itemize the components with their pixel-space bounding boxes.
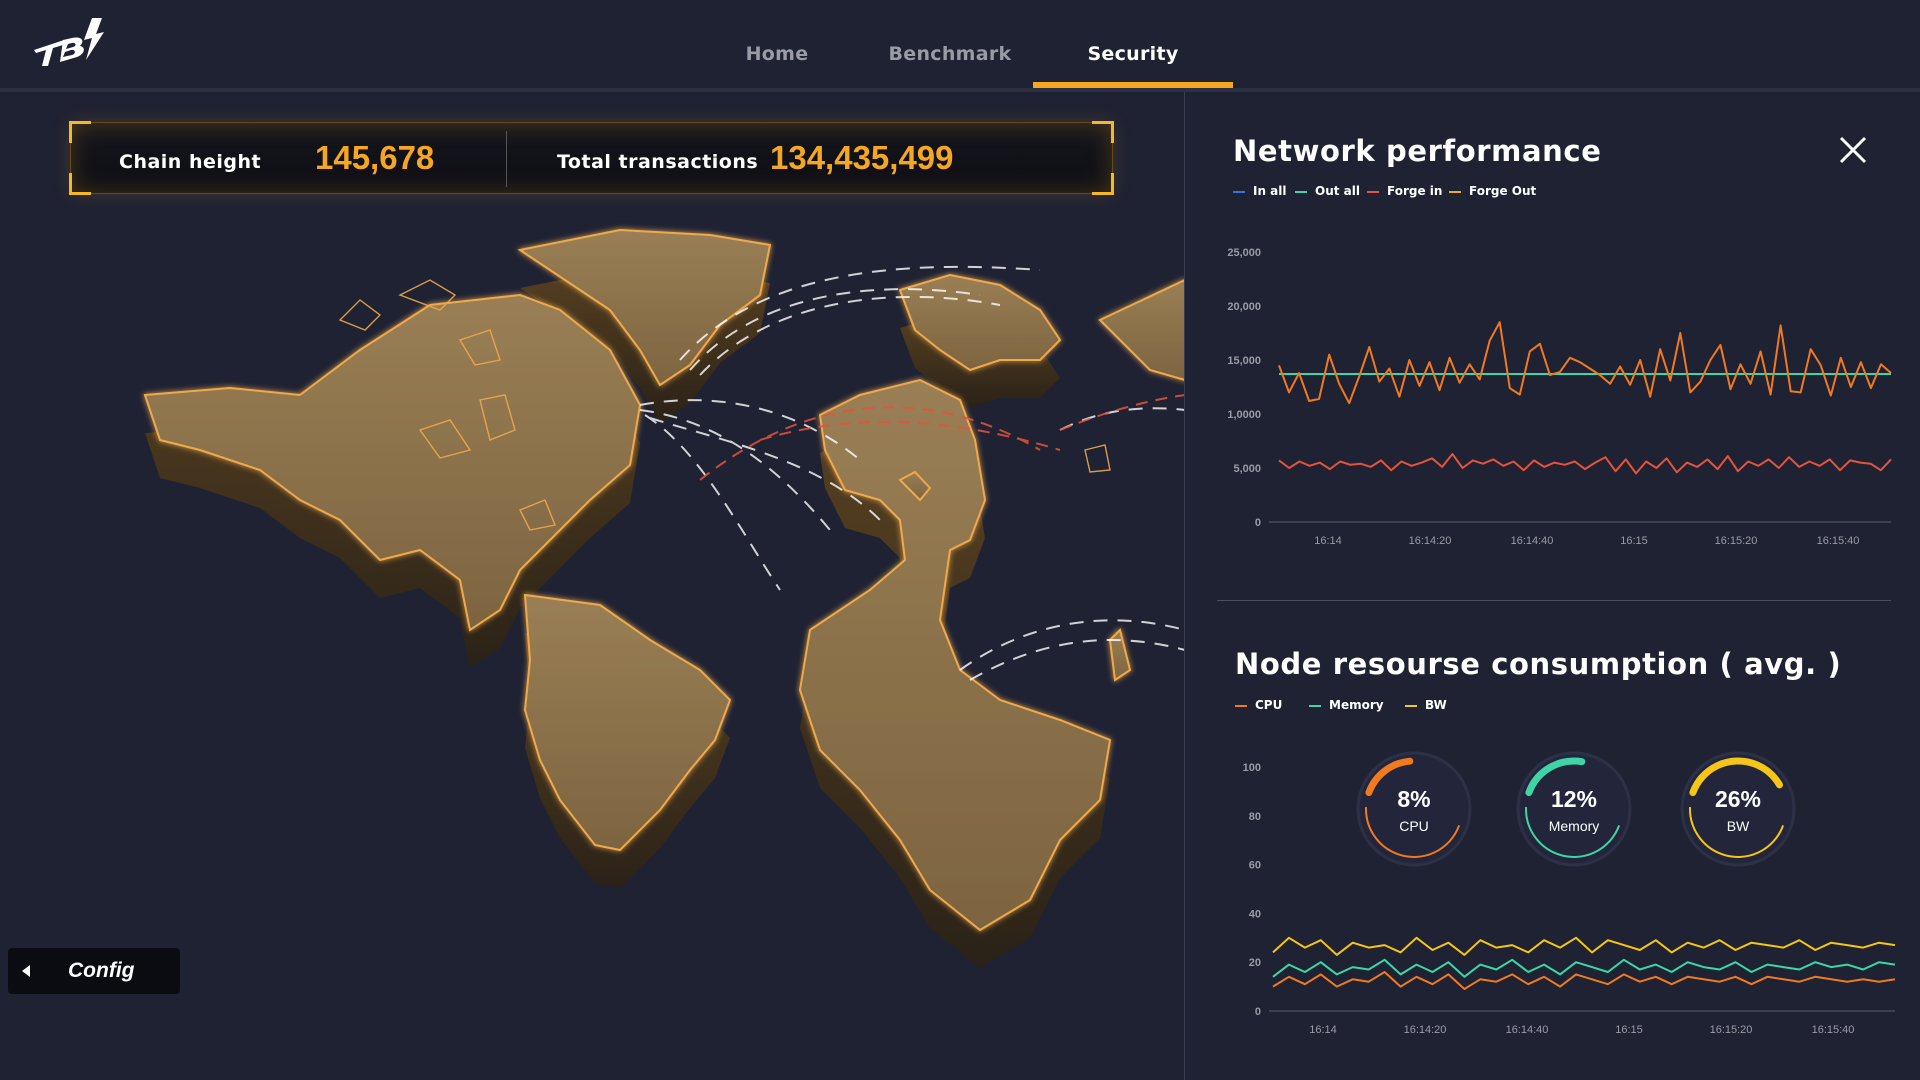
nav-benchmark[interactable]: Benchmark	[880, 0, 1020, 88]
gauge-label: Memory	[1549, 818, 1600, 834]
corner-bracket	[1092, 121, 1114, 143]
gauge-bw: 26% BW	[1680, 751, 1796, 867]
gauge-memory: 12% Memory	[1516, 751, 1632, 867]
gauge-cpu: 8% CPU	[1356, 751, 1472, 867]
series-line-bw	[1272, 936, 1896, 956]
gauge-percent: 8%	[1397, 786, 1430, 812]
gauge-percent: 26%	[1715, 786, 1761, 812]
caret-left-icon	[22, 965, 30, 977]
series-line-memory	[1272, 958, 1896, 978]
config-button[interactable]: Config	[8, 948, 180, 994]
corner-bracket	[1092, 173, 1114, 195]
main-nav: Home Benchmark Security	[0, 0, 1920, 92]
x-tick-label: 16:15:40	[1812, 1024, 1855, 1036]
y-tick-label: 100	[1243, 762, 1261, 774]
x-tick-label: 16:14:20	[1404, 1024, 1447, 1036]
gauge-label: BW	[1727, 818, 1750, 834]
right-panel: Network performance In all Out all Forge…	[1184, 92, 1920, 1080]
stats-divider	[506, 131, 507, 187]
nav-security[interactable]: Security	[1063, 0, 1203, 88]
y-tick-label: 0	[1255, 1006, 1261, 1018]
chain-height-label: Chain height	[119, 151, 262, 173]
x-tick-label: 16:14	[1309, 1024, 1337, 1036]
x-tick-label: 16:15	[1615, 1024, 1643, 1036]
top-header: Home Benchmark Security	[0, 0, 1920, 92]
y-tick-label: 20	[1249, 957, 1261, 969]
chain-stats-box: Chain height 145,678 Total transactions …	[69, 121, 1114, 195]
gauge-percent: 12%	[1551, 786, 1597, 812]
total-transactions-label: Total transactions	[557, 151, 759, 173]
corner-bracket	[69, 173, 91, 195]
x-tick-label: 16:15:20	[1710, 1024, 1753, 1036]
config-label: Config	[68, 959, 135, 982]
y-tick-label: 60	[1249, 860, 1261, 872]
y-tick-label: 80	[1249, 811, 1261, 823]
corner-bracket	[69, 121, 91, 143]
y-tick-label: 40	[1249, 908, 1261, 920]
nav-home[interactable]: Home	[727, 0, 827, 88]
chain-height-value: 145,678	[315, 139, 435, 176]
x-tick-label: 16:14:40	[1506, 1024, 1549, 1036]
active-tab-indicator	[1033, 82, 1233, 88]
series-line-cpu	[1272, 971, 1896, 990]
total-transactions-value: 134,435,499	[770, 139, 954, 176]
node-resource-chart: 0 20 40 60 80 100 16:14 16:14:20 16:14:40 16:15 16…	[1243, 751, 1896, 1036]
gauge-label: CPU	[1399, 818, 1429, 834]
